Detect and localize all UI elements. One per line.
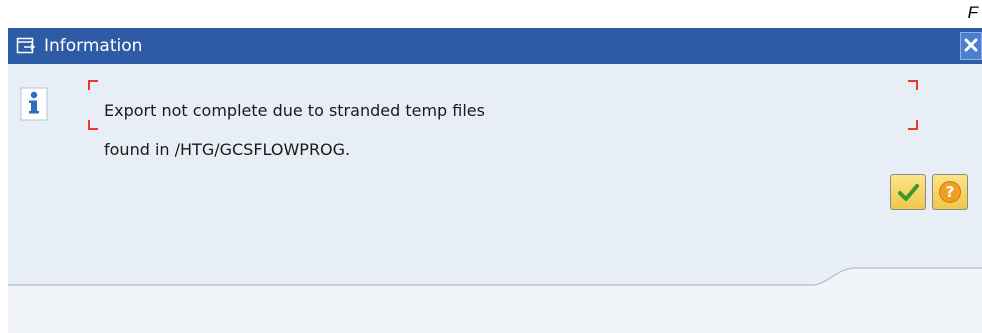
window-icon	[16, 37, 36, 54]
focus-bracket	[908, 80, 918, 90]
focus-bracket	[88, 80, 98, 90]
close-button[interactable]	[960, 32, 982, 60]
info-icon	[20, 87, 48, 121]
dialog-titlebar: Information	[8, 28, 982, 64]
focus-bracket	[88, 120, 98, 130]
message-line: Export not complete due to stranded temp…	[104, 101, 485, 120]
dialog-footer	[8, 250, 982, 333]
message-area: Export not complete due to stranded temp…	[88, 80, 918, 159]
svg-text:?: ?	[946, 183, 955, 201]
focus-bracket	[908, 120, 918, 130]
screen: F Information Export not complete due to…	[0, 0, 982, 333]
information-dialog: Information Export not complete due to s…	[8, 28, 982, 333]
message-line: found in /HTG/GCSFLOWPROG.	[104, 140, 351, 159]
continue-button[interactable]	[890, 174, 926, 210]
footer-divider	[8, 267, 982, 333]
help-icon: ?	[939, 181, 961, 203]
checkmark-icon	[898, 184, 919, 201]
dialog-title: Information	[44, 36, 143, 56]
help-button[interactable]: ?	[932, 174, 968, 210]
close-icon	[964, 38, 978, 52]
corner-letter: F	[967, 3, 978, 22]
